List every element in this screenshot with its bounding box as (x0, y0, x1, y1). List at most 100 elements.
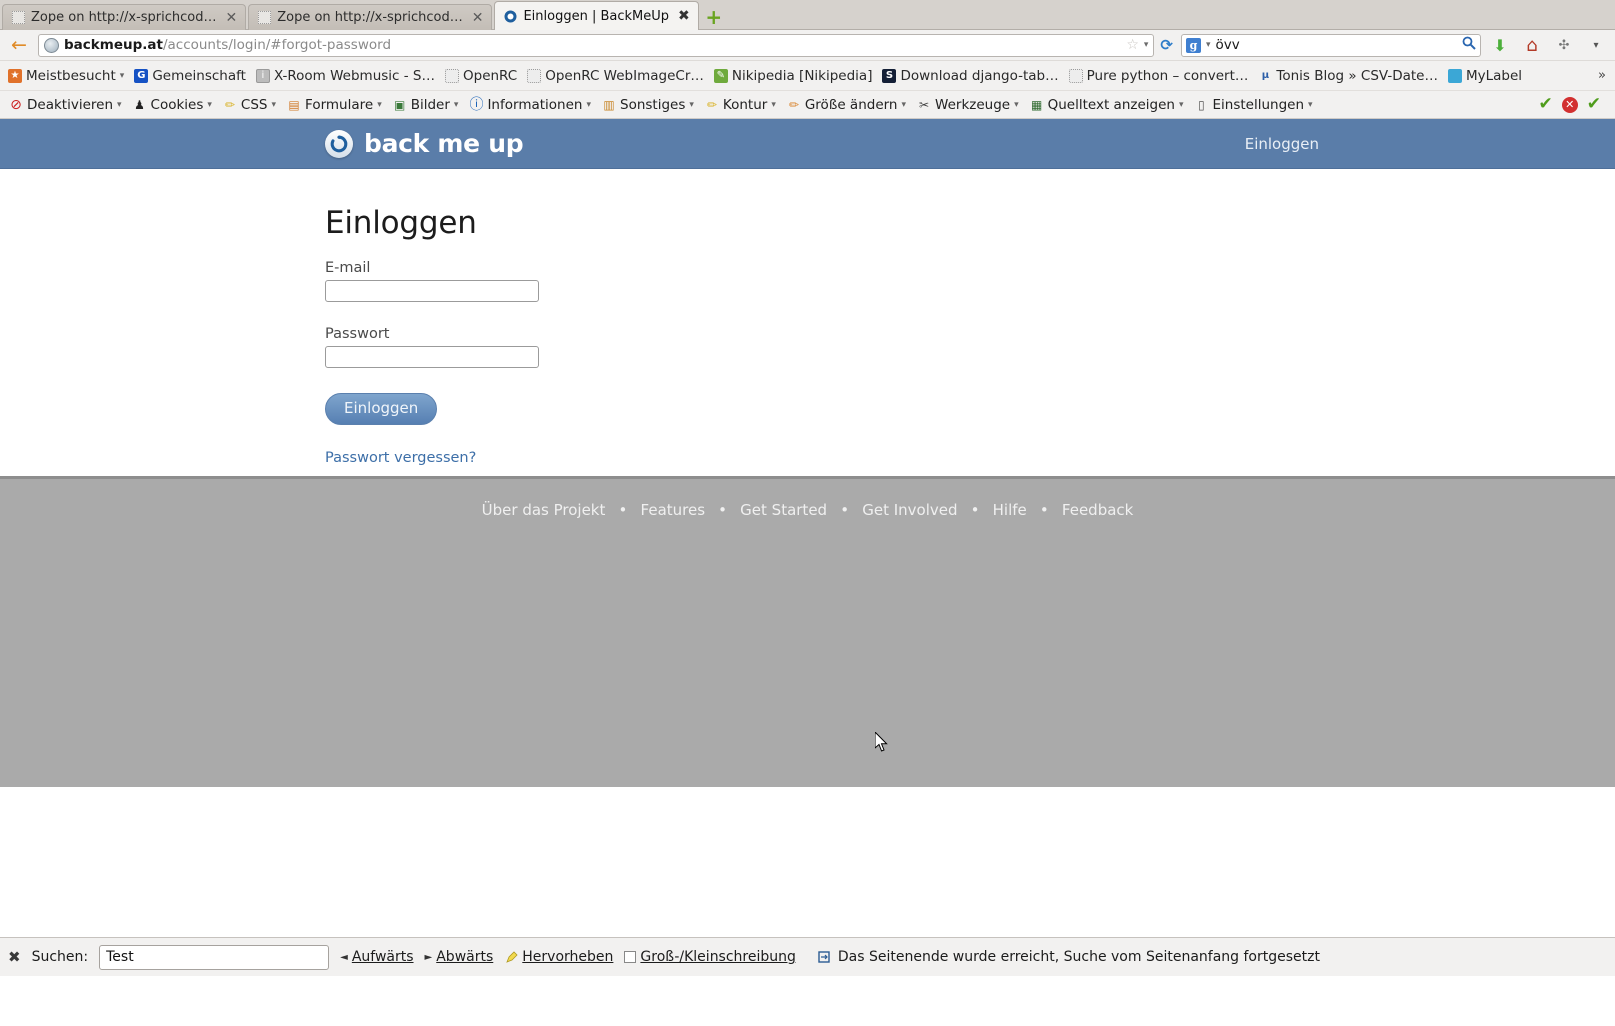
home-icon[interactable]: ⌂ (1519, 33, 1545, 57)
search-bar[interactable]: g ▾ övv (1181, 33, 1481, 57)
devtool-deaktivieren[interactable]: ⊘ Deaktivieren ▾ (4, 95, 127, 115)
password-input[interactable] (325, 346, 539, 368)
devtool-informationen[interactable]: ⓘ Informationen ▾ (464, 95, 596, 115)
bookmarks-overflow-icon[interactable]: » (1593, 68, 1611, 83)
back-arrow-icon[interactable]: ← (6, 33, 32, 57)
devtool-bilder[interactable]: ▣ Bilder ▾ (388, 95, 464, 115)
reload-icon[interactable]: ⟳ (1160, 36, 1175, 54)
chevron-down-icon[interactable]: ▾ (454, 100, 459, 110)
bookmark-openrc-webimagecr[interactable]: OpenRC WebImageCr… (523, 66, 708, 86)
new-tab-button[interactable]: + (701, 4, 727, 30)
match-case-checkbox[interactable]: Groß-/Kleinschreibung (624, 949, 796, 965)
footer-link-ueber-das-projekt[interactable]: Über das Projekt (482, 501, 606, 519)
nav-login-link[interactable]: Einloggen (1245, 135, 1319, 153)
blank-favicon-icon (12, 11, 25, 24)
bookmark-label: OpenRC WebImageCr… (545, 67, 704, 84)
bookmark-gemeinschaft[interactable]: G Gemeinschaft (130, 66, 250, 86)
validation-ok-icon[interactable]: ✔ (1539, 96, 1553, 113)
footer-separator: • (840, 501, 850, 519)
bookmark-star-icon[interactable]: ☆ (1126, 37, 1139, 53)
chevron-down-icon[interactable]: ▾ (117, 100, 122, 110)
blank-favicon-icon (445, 68, 459, 83)
devtool-cookies[interactable]: ♟ Cookies ▾ (128, 95, 217, 115)
tab-zope-2[interactable]: Zope on http://x-sprichcod… ✕ (248, 4, 493, 30)
bookmark-download-django-tab[interactable]: S Download django-tab… (878, 66, 1062, 86)
downloads-icon[interactable]: ⬇ (1487, 33, 1513, 57)
match-case-label: Groß-/Kleinschreibung (640, 949, 796, 965)
bookmark-pure-python[interactable]: Pure python – convert… (1065, 66, 1253, 86)
chevron-down-icon[interactable]: ▾ (377, 100, 382, 110)
chevron-down-icon[interactable]: ▾ (586, 100, 591, 110)
devtool-werkzeuge[interactable]: ✂ Werkzeuge ▾ (912, 95, 1024, 115)
chevron-down-icon[interactable]: ▾ (120, 71, 125, 81)
find-next-button[interactable]: ► Abwärts (425, 949, 494, 965)
bookmark-tonis-blog[interactable]: μ Tonis Blog » CSV-Date… (1254, 66, 1442, 86)
tab-label: Einloggen | BackMeUp (523, 8, 670, 24)
bookmark-label: MyLabel (1465, 67, 1523, 84)
chevron-down-icon[interactable]: ▾ (1206, 40, 1211, 50)
devtool-groesse-aendern[interactable]: ✏ Größe ändern ▾ (782, 95, 911, 115)
bookmark-nikipedia[interactable]: ✎ Nikipedia [Nikipedia] (710, 66, 877, 86)
devtool-label: Kontur (722, 96, 768, 113)
chevron-down-icon[interactable]: ▾ (1308, 100, 1313, 110)
bookmark-openrc[interactable]: OpenRC (441, 66, 521, 86)
footer-link-features[interactable]: Features (641, 501, 706, 519)
devtool-label: Bilder (410, 96, 450, 113)
extension-icon[interactable]: ✣ (1551, 33, 1577, 57)
tab-backmeup-login[interactable]: Einloggen | BackMeUp ✖ (494, 1, 699, 30)
site-header: back me up Einloggen (0, 119, 1615, 169)
validation-error-icon[interactable]: ✕ (1561, 96, 1578, 113)
info-favicon-icon: ⅰ (255, 68, 270, 83)
devtool-kontur[interactable]: ✏ Kontur ▾ (700, 95, 781, 115)
checkbox-icon[interactable] (624, 951, 637, 963)
bookmark-mylabel[interactable]: MyLabel (1444, 66, 1526, 86)
highlight-all-button[interactable]: Hervorheben (504, 949, 613, 965)
misc-icon: ▥ (603, 97, 615, 112)
tab-close-icon[interactable]: ✕ (469, 11, 484, 25)
bookmark-meistbesucht[interactable]: ★ Meistbesucht ▾ (4, 66, 128, 86)
tab-zope-1[interactable]: Zope on http://x-sprichcod… ✕ (2, 4, 247, 30)
devtool-sonstiges[interactable]: ▥ Sonstiges ▾ (597, 95, 699, 115)
find-input[interactable]: Test (99, 944, 330, 970)
chevron-down-icon[interactable]: ▾ (771, 100, 776, 110)
search-input[interactable]: övv (1216, 37, 1457, 53)
footer-link-hilfe[interactable]: Hilfe (993, 501, 1027, 519)
chevron-down-icon[interactable]: ▾ (272, 100, 277, 110)
backmeup-favicon-icon (504, 10, 517, 23)
forgot-password-link[interactable]: Passwort vergessen? (325, 450, 1615, 466)
chevron-down-icon[interactable]: ▾ (902, 100, 907, 110)
address-bar[interactable]: backmeup.at/accounts/login/#forgot-passw… (38, 33, 1155, 57)
chevron-down-icon[interactable]: ▾ (1179, 100, 1184, 110)
find-previous-button[interactable]: ◄ Aufwärts (340, 949, 413, 965)
cookie-icon: ♟ (134, 97, 145, 112)
devtool-label: Quelltext anzeigen (1047, 96, 1175, 113)
image-icon: ▣ (394, 97, 406, 112)
devtool-einstellungen[interactable]: ▯ Einstellungen ▾ (1189, 95, 1317, 115)
password-label: Passwort (325, 326, 390, 342)
footer-link-feedback[interactable]: Feedback (1062, 501, 1133, 519)
brand[interactable]: back me up (325, 129, 524, 158)
devtool-label: Deaktivieren (27, 96, 113, 113)
close-icon[interactable]: ✖ (8, 949, 21, 965)
chevron-down-icon[interactable]: ▾ (207, 100, 212, 110)
footer-link-get-started[interactable]: Get Started (740, 501, 827, 519)
devtool-quelltext-anzeigen[interactable]: ▦ Quelltext anzeigen ▾ (1025, 95, 1189, 115)
tab-close-icon[interactable]: ✕ (223, 11, 238, 25)
tab-close-icon[interactable]: ✖ (675, 9, 690, 23)
validation-ok2-icon[interactable]: ✔ (1587, 96, 1601, 113)
footer-link-get-involved[interactable]: Get Involved (862, 501, 957, 519)
google-icon[interactable]: g (1186, 37, 1201, 53)
overflow-caret-icon[interactable]: ▾ (1583, 33, 1609, 57)
chevron-down-icon[interactable]: ▾ (1014, 100, 1019, 110)
settings-icon: ▯ (1198, 97, 1205, 112)
bookmark-xroom-webmusic[interactable]: ⅰ X-Room Webmusic - S… (252, 66, 439, 86)
pencil-favicon-icon: ✎ (713, 68, 728, 83)
chevron-down-icon[interactable]: ▾ (1144, 40, 1149, 50)
devtool-formulare[interactable]: ▤ Formulare ▾ (282, 95, 387, 115)
search-icon[interactable] (1462, 36, 1476, 54)
url-text: backmeup.at/accounts/login/#forgot-passw… (64, 37, 1121, 53)
email-input[interactable] (325, 280, 539, 302)
login-submit-button[interactable]: Einloggen (325, 393, 438, 425)
devtool-css[interactable]: ✏ CSS ▾ (218, 95, 281, 115)
chevron-down-icon[interactable]: ▾ (689, 100, 694, 110)
